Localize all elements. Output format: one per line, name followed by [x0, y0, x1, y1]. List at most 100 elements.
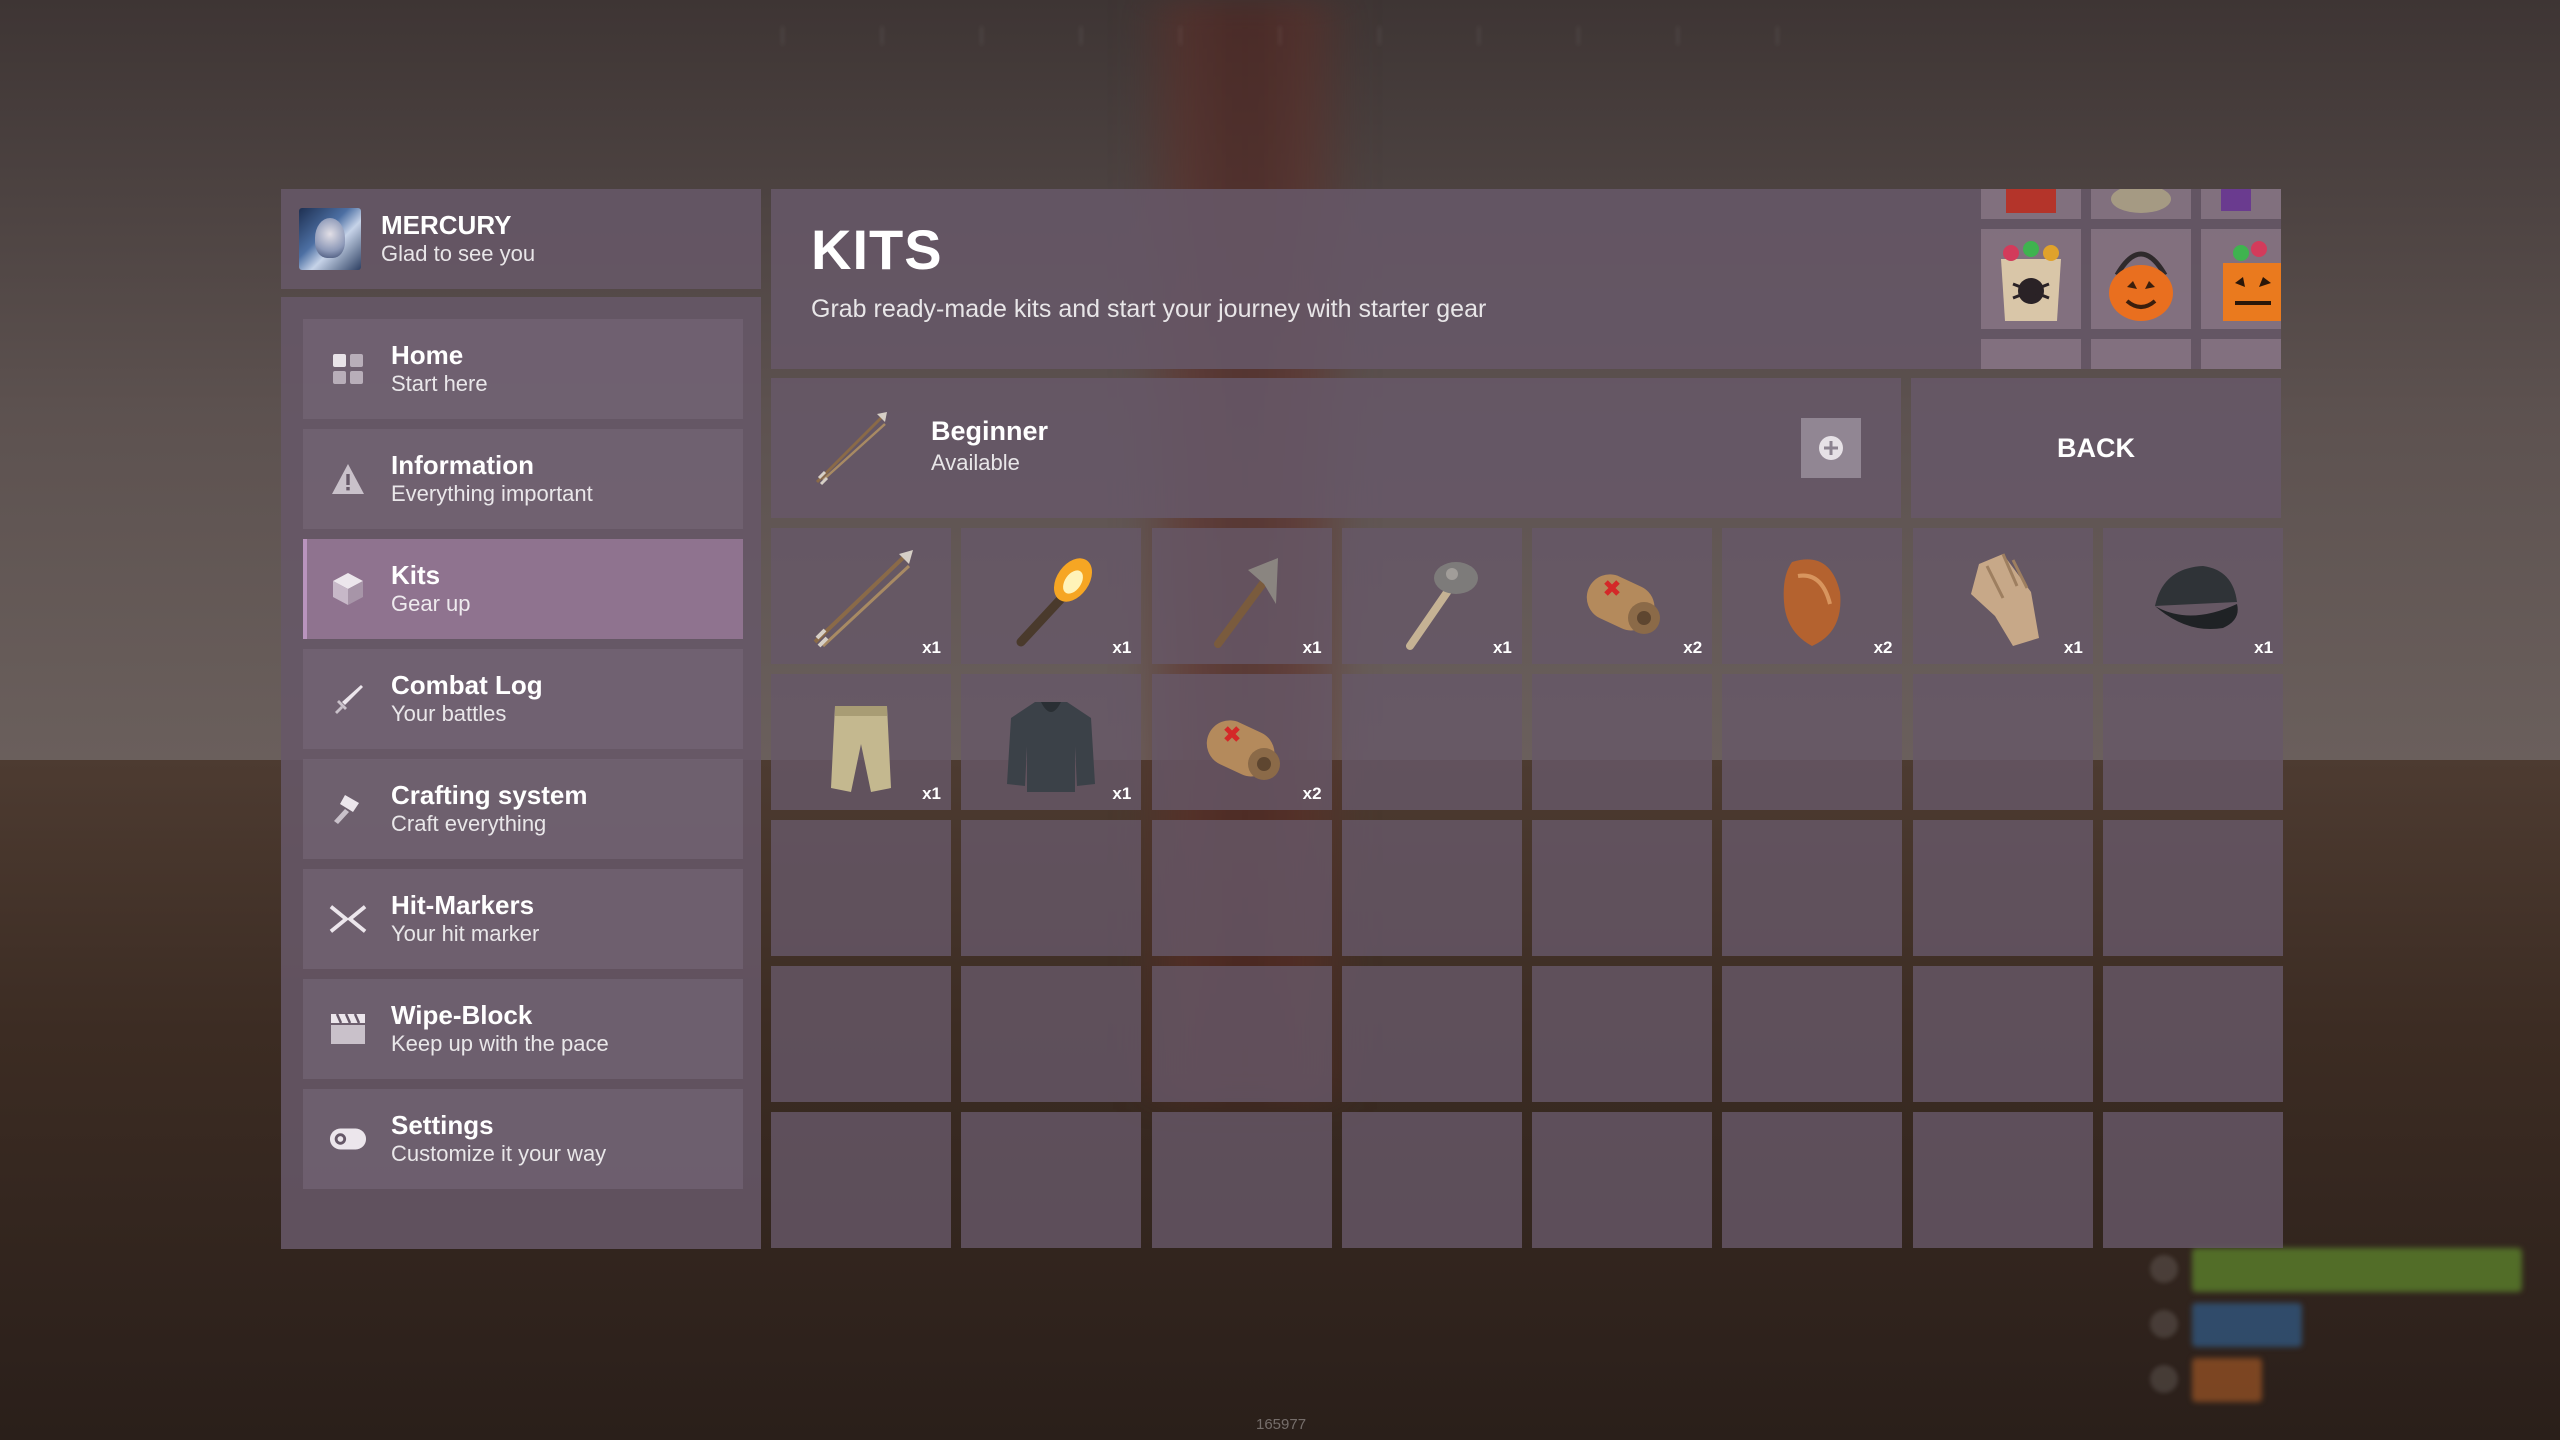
baseball-cap-icon	[2133, 542, 2253, 652]
health-icon	[2150, 1255, 2178, 1283]
sidebar-item-subtitle: Your battles	[391, 701, 507, 726]
page-subtitle: Grab ready-made kits and start your jour…	[811, 295, 1487, 323]
empty-slot	[1151, 966, 1332, 1102]
candy-box-icon	[2201, 229, 2281, 329]
item-count: x1	[922, 784, 941, 803]
empty-slot	[771, 966, 951, 1102]
item-slot: x2	[1722, 528, 1903, 664]
back-button[interactable]: BACK	[1911, 378, 2281, 518]
clapperboard-icon	[329, 1010, 367, 1048]
empty-slot	[961, 966, 1142, 1102]
empty-slot	[1532, 820, 1713, 956]
sidebar-item-title: Information	[391, 450, 534, 480]
sidebar-item-title: Kits	[391, 560, 441, 590]
water-bar	[2192, 1303, 2302, 1347]
avatar	[299, 208, 361, 270]
claim-kit-button[interactable]	[1801, 418, 1861, 478]
food-icon	[2150, 1365, 2178, 1393]
sidebar-item-subtitle: Craft everything	[391, 811, 547, 836]
empty-slot	[1151, 820, 1332, 956]
deco-tile	[2091, 339, 2191, 369]
pants-icon	[801, 688, 921, 798]
bandage-roll-icon	[1562, 542, 1682, 652]
empty-slot	[961, 820, 1142, 956]
deco-tile	[2201, 189, 2281, 219]
health-bar	[2192, 1248, 2522, 1292]
empty-slot	[1722, 966, 1903, 1102]
water-icon	[2150, 1310, 2178, 1338]
item-count: x2	[1873, 638, 1893, 657]
empty-slot	[1341, 1112, 1522, 1248]
item-slot: x1	[1341, 528, 1522, 664]
sidebar-item-subtitle: Gear up	[391, 591, 471, 616]
item-slot: x1	[1151, 528, 1332, 664]
deco-tile	[1981, 189, 2081, 219]
sidebar-item-information[interactable]: Information Everything important	[303, 429, 743, 529]
empty-slot	[771, 1112, 951, 1248]
item-slot: x1	[961, 674, 1142, 810]
item-count: x1	[1492, 638, 1512, 657]
sidebar-item-subtitle: Everything important	[391, 481, 593, 506]
empty-slot	[1722, 820, 1903, 956]
food-bar	[2192, 1358, 2262, 1402]
kit-status: Available	[931, 450, 1020, 475]
item-count: x1	[1112, 638, 1132, 657]
empty-slot	[1532, 1112, 1713, 1248]
deco-tile	[1981, 339, 2081, 369]
sidebar-item-subtitle: Customize it your way	[391, 1141, 607, 1166]
cooked-meat-icon	[1752, 542, 1872, 652]
empty-slot	[1722, 1112, 1903, 1248]
sidebar-item-subtitle: Keep up with the pace	[391, 1031, 609, 1056]
item-count: x1	[1112, 784, 1132, 803]
sidebar-item-subtitle: Start here	[391, 371, 488, 396]
empty-slot	[2103, 674, 2284, 810]
item-slot: x1	[2103, 528, 2284, 664]
empty-slot	[1151, 1112, 1332, 1248]
sidebar: Home Start here Information Everything i…	[281, 297, 761, 1249]
empty-slot	[1912, 820, 2093, 956]
profile-greeting: Glad to see you	[381, 241, 536, 266]
stone-pickaxe-icon	[1182, 542, 1302, 652]
torch-icon	[991, 542, 1111, 652]
sidebar-item-combat-log[interactable]: Combat Log Your battles	[303, 649, 743, 749]
empty-slot	[1912, 674, 2093, 810]
bow-arrow-icon	[811, 408, 891, 488]
item-slot: x2	[1532, 528, 1713, 664]
profile-name: MERCURY	[381, 210, 512, 240]
toggle-icon	[329, 1120, 367, 1158]
item-slot: x1	[771, 528, 951, 664]
cube-icon	[329, 570, 367, 608]
deco-tile	[2201, 339, 2281, 369]
empty-slot	[1341, 820, 1522, 956]
sidebar-item-kits[interactable]: Kits Gear up	[303, 539, 743, 639]
sidebar-item-hit-markers[interactable]: Hit-Markers Your hit marker	[303, 869, 743, 969]
candy-bag-icon	[1981, 229, 2081, 329]
arrow-icon	[801, 542, 921, 652]
sidebar-item-home[interactable]: Home Start here	[303, 319, 743, 419]
sidebar-item-crafting[interactable]: Crafting system Craft everything	[303, 759, 743, 859]
empty-slot	[1912, 1112, 2093, 1248]
item-slot: x1	[1912, 528, 2093, 664]
empty-slot	[1532, 674, 1713, 810]
item-slot: x2	[1151, 674, 1332, 810]
deco-tile	[2091, 189, 2191, 219]
sidebar-item-title: Settings	[391, 1110, 494, 1140]
hoodie-icon	[991, 688, 1111, 798]
halloween-decoration	[1981, 189, 2281, 369]
item-slot: x1	[771, 674, 951, 810]
sidebar-item-settings[interactable]: Settings Customize it your way	[303, 1089, 743, 1189]
sidebar-item-wipe-block[interactable]: Wipe-Block Keep up with the pace	[303, 979, 743, 1079]
kit-name: Beginner	[931, 416, 1049, 446]
empty-slot	[771, 820, 951, 956]
empty-slot	[1532, 966, 1713, 1102]
empty-slot	[1341, 966, 1522, 1102]
empty-slot	[961, 1112, 1142, 1248]
sidebar-item-subtitle: Your hit marker	[391, 921, 540, 946]
page-header: KITS Grab ready-made kits and start your…	[771, 189, 2281, 369]
sidebar-item-title: Hit-Markers	[391, 890, 535, 920]
profile-card: MERCURY Glad to see you	[281, 189, 761, 289]
item-count: x1	[2254, 638, 2274, 657]
empty-slot	[1912, 966, 2093, 1102]
item-slot: x1	[961, 528, 1142, 664]
bandage-roll-icon	[1182, 688, 1302, 798]
